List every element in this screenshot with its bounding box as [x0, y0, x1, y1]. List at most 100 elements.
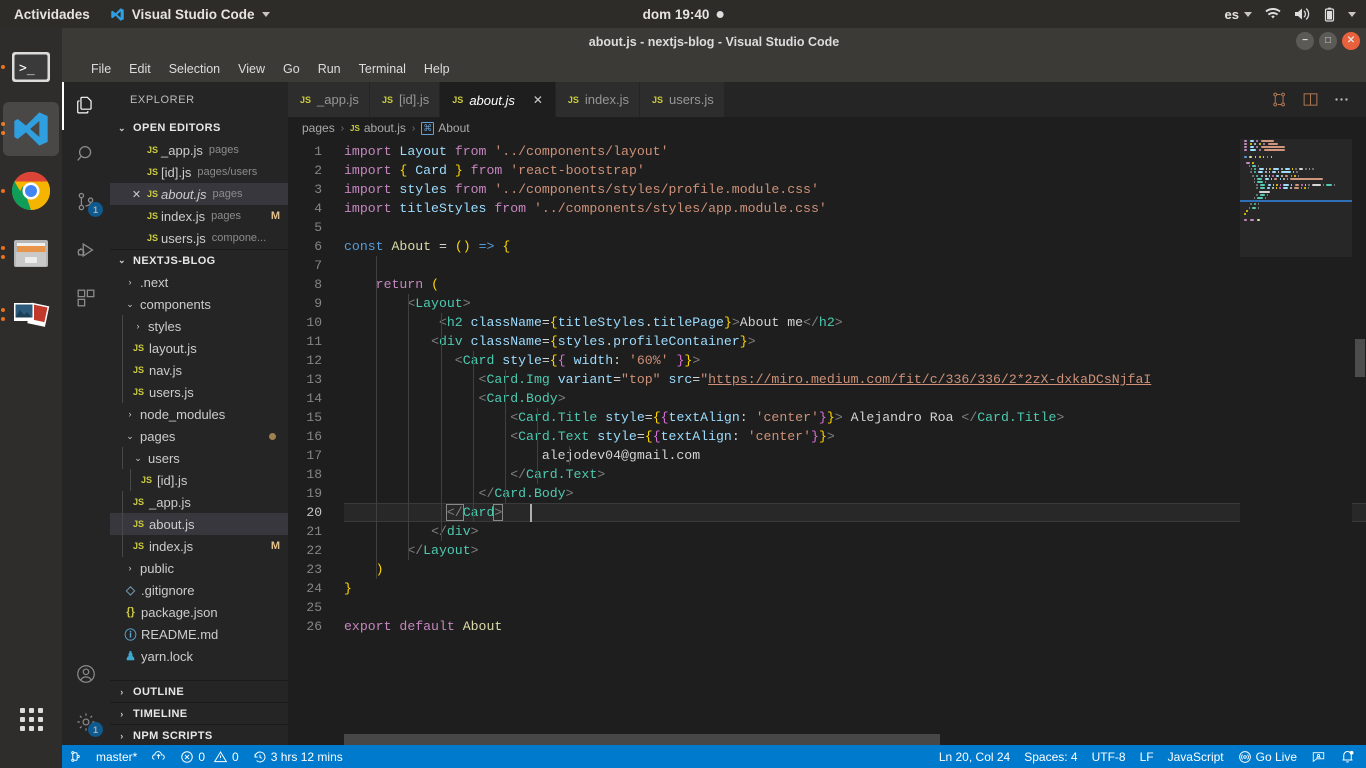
minimap[interactable] — [1240, 139, 1352, 746]
status-sync-changes[interactable] — [144, 745, 173, 768]
code-line[interactable]: <div className={styles.profileContainer}… — [344, 332, 1366, 351]
code-line[interactable]: import styles from '../components/styles… — [344, 180, 1366, 199]
code-line[interactable]: <Card style={{ width: '60%' }}> — [344, 351, 1366, 370]
status-notifications[interactable] — [1333, 745, 1362, 768]
activity-item-manage[interactable]: 1 — [62, 698, 110, 746]
status-wakatime[interactable]: 3 hrs 12 mins — [246, 745, 350, 768]
breadcrumb-item-about[interactable]: ⌘About — [421, 121, 469, 135]
code-line[interactable]: <Layout> — [344, 294, 1366, 313]
open-editor-about-js[interactable]: ✕JSabout.jspages — [110, 183, 288, 205]
code-line[interactable]: ) — [344, 560, 1366, 579]
code-line[interactable]: <Card.Body> — [344, 389, 1366, 408]
dock-item-visual-studio-code[interactable] — [0, 98, 62, 160]
focused-app-menu[interactable]: Visual Studio Code — [102, 7, 278, 22]
code-line[interactable]: } — [344, 579, 1366, 598]
close-icon[interactable]: ✕ — [129, 188, 144, 201]
activity-item-accounts[interactable] — [62, 650, 110, 698]
section-project-root[interactable]: ⌄NEXTJS-BLOG — [110, 249, 288, 271]
code-line[interactable] — [344, 218, 1366, 237]
code-editor[interactable]: 1234567891011121314151617181920212223242… — [288, 139, 1366, 746]
code-line[interactable]: </Layout> — [344, 541, 1366, 560]
vertical-scrollbar[interactable] — [1352, 139, 1366, 746]
file--app-js[interactable]: JS_app.js — [110, 491, 288, 513]
menu-terminal[interactable]: Terminal — [350, 59, 415, 79]
section-timeline[interactable]: ›TIMELINE — [110, 702, 288, 724]
menu-edit[interactable]: Edit — [120, 59, 160, 79]
open-editor-index-js[interactable]: JSindex.jspagesM — [110, 205, 288, 227]
tab--id--js[interactable]: JS[id].js — [370, 82, 440, 117]
status-eol[interactable]: LF — [1133, 745, 1161, 768]
status-indentation[interactable]: Spaces: 4 — [1017, 745, 1084, 768]
code-content[interactable]: import Layout from '../components/layout… — [344, 139, 1366, 746]
code-line[interactable]: <Card.Img variant="top" src="https://mir… — [344, 370, 1366, 389]
file-about-js[interactable]: JSabout.js — [110, 513, 288, 535]
folder-node-modules[interactable]: ›node_modules — [110, 403, 288, 425]
file-nav-js[interactable]: JSnav.js — [110, 359, 288, 381]
status-encoding[interactable]: UTF-8 — [1085, 745, 1133, 768]
close-icon[interactable]: ✕ — [531, 93, 545, 107]
maximize-button[interactable]: □ — [1319, 32, 1337, 50]
folder-styles[interactable]: ›styles — [110, 315, 288, 337]
menu-run[interactable]: Run — [309, 59, 350, 79]
split-in-group-icon[interactable] — [1271, 91, 1288, 108]
breadcrumb-item-about-js[interactable]: JSabout.js — [350, 121, 406, 135]
code-line[interactable]: alejodev04@gmail.com — [344, 446, 1366, 465]
file-users-js[interactable]: JSusers.js — [110, 381, 288, 403]
dock-item-terminal[interactable]: >_ — [0, 36, 62, 98]
open-editor--app-js[interactable]: JS_app.jspages — [110, 139, 288, 161]
code-line[interactable]: <h2 className={titleStyles.titlePage}>Ab… — [344, 313, 1366, 332]
menu-go[interactable]: Go — [274, 59, 309, 79]
folder-components[interactable]: ⌄components — [110, 293, 288, 315]
activity-item-search[interactable] — [62, 130, 110, 178]
tab--app-js[interactable]: JS_app.js — [288, 82, 370, 117]
activity-item-extensions[interactable] — [62, 274, 110, 322]
status-remote-indicator[interactable] — [62, 745, 89, 768]
folder-public[interactable]: ›public — [110, 557, 288, 579]
file-layout-js[interactable]: JSlayout.js — [110, 337, 288, 359]
folder--next[interactable]: ›.next — [110, 271, 288, 293]
file--gitignore[interactable]: ◇.gitignore — [110, 579, 288, 601]
code-line[interactable]: <Card.Text style={{textAlign: 'center'}}… — [344, 427, 1366, 446]
code-line[interactable]: export default About — [344, 617, 1366, 636]
breadcrumb-item-pages[interactable]: pages — [302, 121, 335, 135]
more-actions-icon[interactable] — [1333, 91, 1350, 108]
status-feedback[interactable] — [1304, 745, 1333, 768]
status-branch[interactable]: master* — [89, 745, 144, 768]
folder-pages[interactable]: ⌄pages — [110, 425, 288, 447]
menu-selection[interactable]: Selection — [160, 59, 229, 79]
dock-item-files[interactable] — [0, 222, 62, 284]
minimap-slider[interactable] — [1240, 139, 1352, 257]
menu-file[interactable]: File — [82, 59, 120, 79]
split-editor-icon[interactable] — [1302, 91, 1319, 108]
code-line[interactable] — [344, 256, 1366, 275]
open-editor-users-js[interactable]: JSusers.jscompone... — [110, 227, 288, 249]
status-cursor-position[interactable]: Ln 20, Col 24 — [932, 745, 1017, 768]
status-problems[interactable]: 0 0 — [173, 745, 245, 768]
code-line[interactable]: <Card.Title style={{textAlign: 'center'}… — [344, 408, 1366, 427]
scrollbar-thumb-horizontal[interactable] — [344, 734, 940, 745]
activity-item-source-control[interactable]: 1 — [62, 178, 110, 226]
close-button[interactable]: ✕ — [1342, 32, 1360, 50]
code-line[interactable]: import Layout from '../components/layout… — [344, 142, 1366, 161]
code-line[interactable]: const About = () => { — [344, 237, 1366, 256]
code-line[interactable]: return ( — [344, 275, 1366, 294]
code-line[interactable]: </Card.Body> — [344, 484, 1366, 503]
activity-item-explorer[interactable] — [62, 82, 110, 130]
section-npm-scripts[interactable]: ›NPM SCRIPTS — [110, 724, 288, 746]
menu-help[interactable]: Help — [415, 59, 459, 79]
clock-menu[interactable]: dom 19:40 — [643, 7, 724, 22]
section-outline[interactable]: ›OUTLINE — [110, 680, 288, 702]
scrollbar-thumb[interactable] — [1355, 339, 1365, 377]
activities-button[interactable]: Actividades — [0, 7, 102, 22]
file-index-js[interactable]: JSindex.jsM — [110, 535, 288, 557]
tab-users-js[interactable]: JSusers.js — [640, 82, 725, 117]
status-language-mode[interactable]: JavaScript — [1161, 745, 1231, 768]
section-open-editors[interactable]: ⌄OPEN EDITORS — [110, 117, 288, 139]
tab-about-js[interactable]: JSabout.js✕ — [440, 82, 556, 117]
file--id--js[interactable]: JS[id].js — [110, 469, 288, 491]
minimize-button[interactable]: − — [1296, 32, 1314, 50]
code-line[interactable]: </div> — [344, 522, 1366, 541]
tab-index-js[interactable]: JSindex.js — [556, 82, 640, 117]
open-editor--id--js[interactable]: JS[id].jspages/users — [110, 161, 288, 183]
folder-users[interactable]: ⌄users — [110, 447, 288, 469]
